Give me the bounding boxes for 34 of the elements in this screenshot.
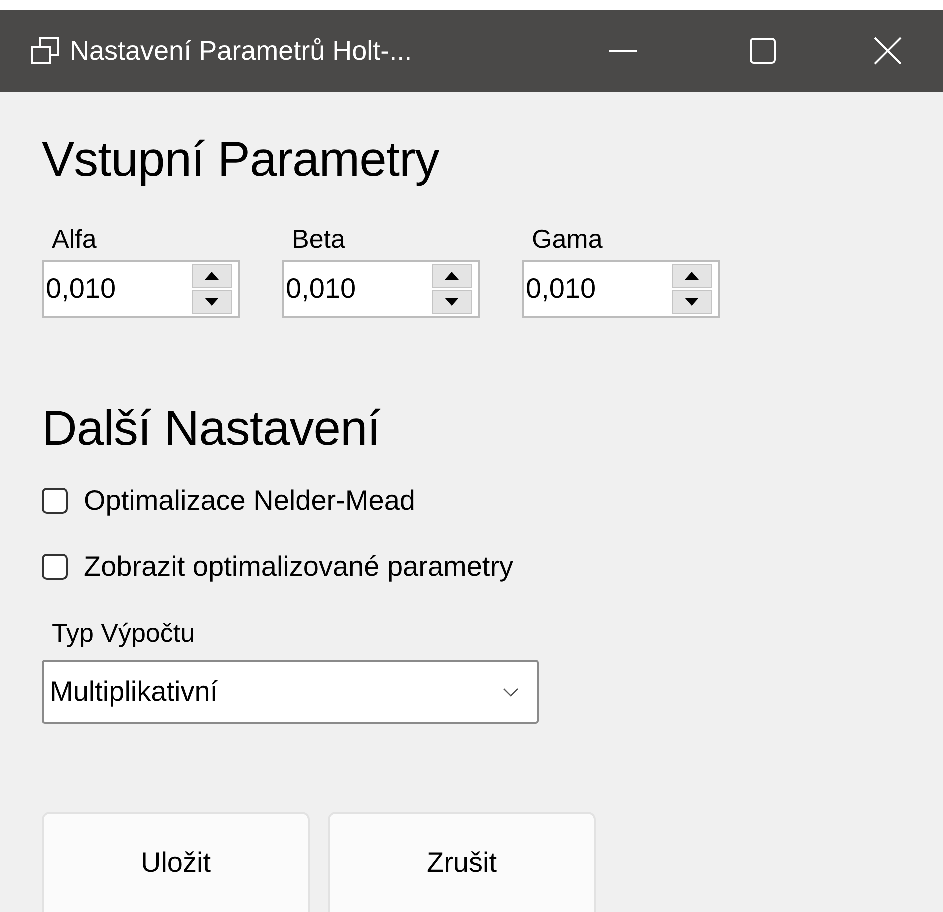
field-label: Beta xyxy=(291,223,346,256)
checkbox[interactable] xyxy=(42,554,68,580)
increment-button[interactable] xyxy=(432,264,472,288)
checkbox-option[interactable]: Optimalizace Nelder-Mead xyxy=(42,477,901,525)
down-arrow-icon xyxy=(445,298,459,306)
maximize-icon xyxy=(750,38,776,64)
save-button[interactable]: Uložit xyxy=(42,812,310,912)
increment-button[interactable] xyxy=(192,264,232,288)
field-label: Alfa xyxy=(51,223,98,256)
increment-button[interactable] xyxy=(672,264,712,288)
checkbox-option[interactable]: Zobrazit optimalizované parametry xyxy=(42,543,901,591)
cancel-button[interactable]: Zrušit xyxy=(328,812,596,912)
number-spinner[interactable]: 0,010 xyxy=(522,260,720,318)
decrement-button[interactable] xyxy=(672,290,712,314)
calculation-type-dropdown[interactable]: Multiplikativní xyxy=(42,660,539,724)
window-title: Nastavení Parametrů Holt-... xyxy=(70,36,412,66)
decrement-button[interactable] xyxy=(432,290,472,314)
minimize-icon xyxy=(609,49,637,53)
chevron-down-icon xyxy=(503,688,519,696)
up-arrow-icon xyxy=(685,272,699,280)
app-icon xyxy=(30,37,60,65)
up-arrow-icon xyxy=(445,272,459,280)
number-spinner[interactable]: 0,010 xyxy=(282,260,480,318)
down-arrow-icon xyxy=(685,298,699,306)
section-heading: Vstupní Parametry xyxy=(42,132,440,189)
down-arrow-icon xyxy=(205,298,219,306)
field-label: Typ Výpočtu xyxy=(51,617,196,650)
decrement-button[interactable] xyxy=(192,290,232,314)
section-heading: Další Nastavení xyxy=(42,401,382,458)
close-icon xyxy=(874,37,902,65)
number-spinner[interactable]: 0,010 xyxy=(42,260,240,318)
checkbox[interactable] xyxy=(42,488,68,514)
field-label: Gama xyxy=(531,223,604,256)
up-arrow-icon xyxy=(205,272,219,280)
